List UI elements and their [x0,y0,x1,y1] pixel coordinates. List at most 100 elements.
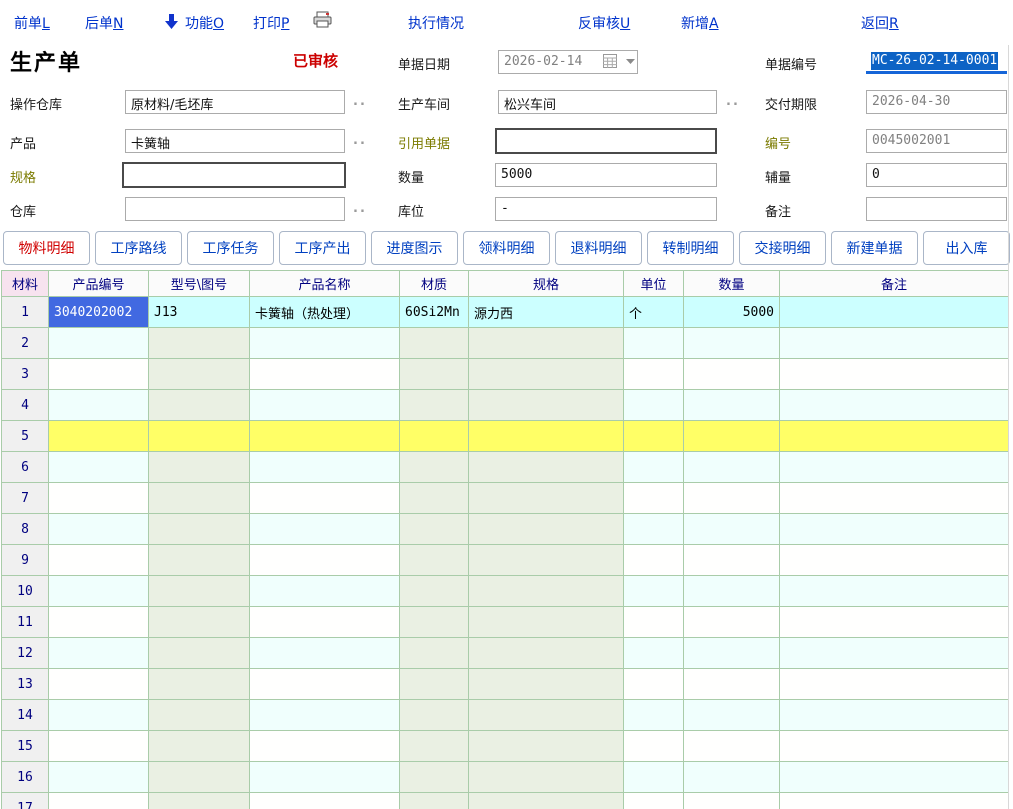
cell-remark[interactable] [780,483,1009,514]
docno-input[interactable]: MC-26-02-14-0001 [866,50,1007,74]
cell-product-name[interactable] [250,669,400,700]
tab-0[interactable]: 物料明细 [3,231,90,265]
cell-model-no[interactable] [149,700,250,731]
function-menu-button[interactable]: 功能O [185,13,224,33]
spec-input[interactable] [122,162,346,188]
cell-spec[interactable] [469,328,624,359]
cell-product-name[interactable] [250,514,400,545]
cell-unit[interactable]: 个 [624,297,684,328]
tab-3[interactable]: 工序产出 [279,231,366,265]
cell-rownum[interactable]: 3 [2,359,49,390]
cell-unit[interactable] [624,700,684,731]
op-warehouse-input[interactable]: 原材料/毛坯库 [125,90,345,114]
cell-remark[interactable] [780,638,1009,669]
cell-rownum[interactable]: 1 [2,297,49,328]
cell-spec[interactable] [469,700,624,731]
tab-7[interactable]: 转制明细 [647,231,734,265]
column-header-remark[interactable]: 备注 [780,271,1009,297]
cell-material[interactable] [400,328,469,359]
cell-product-name[interactable] [250,452,400,483]
cell-qty[interactable] [684,576,780,607]
cell-qty[interactable] [684,421,780,452]
cell-spec[interactable] [469,514,624,545]
tab-6[interactable]: 退料明细 [555,231,642,265]
cell-unit[interactable] [624,762,684,793]
cell-product-code[interactable] [49,669,149,700]
prev-doc-button[interactable]: 前单L [14,13,50,33]
cell-product-code[interactable] [49,421,149,452]
cell-material[interactable] [400,452,469,483]
cell-product-code[interactable] [49,545,149,576]
add-new-button[interactable]: 新增A [681,13,719,33]
cell-rownum[interactable]: 5 [2,421,49,452]
cell-product-name[interactable] [250,638,400,669]
tab-4[interactable]: 进度图示 [371,231,458,265]
dropdown-arrow-icon[interactable] [625,54,636,68]
cell-unit[interactable] [624,545,684,576]
cell-material[interactable] [400,700,469,731]
tab-1[interactable]: 工序路线 [95,231,182,265]
cell-qty[interactable] [684,638,780,669]
cell-spec[interactable]: 源力西 [469,297,624,328]
cell-remark[interactable] [780,421,1009,452]
cell-material[interactable] [400,514,469,545]
cell-product-code[interactable]: 3040202002 [49,297,149,328]
refdoc-input[interactable] [495,128,717,154]
cell-material[interactable] [400,390,469,421]
cell-rownum[interactable]: 17 [2,793,49,809]
cell-rownum[interactable]: 16 [2,762,49,793]
cell-material[interactable] [400,669,469,700]
cell-remark[interactable] [780,762,1009,793]
cell-model-no[interactable] [149,762,250,793]
cell-product-name[interactable] [250,421,400,452]
cell-product-code[interactable] [49,762,149,793]
cell-spec[interactable] [469,731,624,762]
cell-unit[interactable] [624,483,684,514]
cell-model-no[interactable] [149,421,250,452]
cell-qty[interactable] [684,514,780,545]
cell-spec[interactable] [469,576,624,607]
cell-material[interactable] [400,793,469,809]
cell-remark[interactable] [780,793,1009,809]
cell-qty[interactable] [684,607,780,638]
remark-input[interactable] [866,197,1007,221]
cell-rownum[interactable]: 7 [2,483,49,514]
cell-product-name[interactable] [250,731,400,762]
cell-product-name[interactable] [250,390,400,421]
cell-material[interactable] [400,731,469,762]
cell-remark[interactable] [780,390,1009,421]
cell-qty[interactable] [684,359,780,390]
cell-product-name[interactable] [250,607,400,638]
cell-remark[interactable] [780,731,1009,762]
cell-material[interactable]: 60Si2Mn [400,297,469,328]
cell-rownum[interactable]: 9 [2,545,49,576]
cell-qty[interactable] [684,793,780,809]
cell-qty[interactable] [684,483,780,514]
cell-rownum[interactable]: 10 [2,576,49,607]
execution-status-button[interactable]: 执行情况 [408,13,464,33]
cell-rownum[interactable]: 4 [2,390,49,421]
cell-rownum[interactable]: 11 [2,607,49,638]
cell-product-code[interactable] [49,514,149,545]
print-button[interactable]: 打印P [253,13,289,33]
location-input[interactable]: - [495,197,717,221]
printer-icon[interactable] [313,11,333,29]
return-button[interactable]: 返回R [861,13,899,33]
cell-rownum[interactable]: 2 [2,328,49,359]
cell-product-code[interactable] [49,607,149,638]
cell-material[interactable] [400,421,469,452]
cell-spec[interactable] [469,483,624,514]
cell-model-no[interactable] [149,328,250,359]
next-doc-button[interactable]: 后单N [85,13,123,33]
cell-model-no[interactable] [149,731,250,762]
cell-spec[interactable] [469,638,624,669]
calendar-icon[interactable] [603,54,617,68]
cell-qty[interactable] [684,731,780,762]
column-header-material[interactable]: 材质 [400,271,469,297]
cell-product-code[interactable] [49,638,149,669]
cell-product-code[interactable] [49,328,149,359]
product-input[interactable]: 卡簧轴 [125,129,345,153]
cell-rownum[interactable]: 8 [2,514,49,545]
workshop-browse-button[interactable]: .. [726,94,740,109]
cell-model-no[interactable]: J13 [149,297,250,328]
